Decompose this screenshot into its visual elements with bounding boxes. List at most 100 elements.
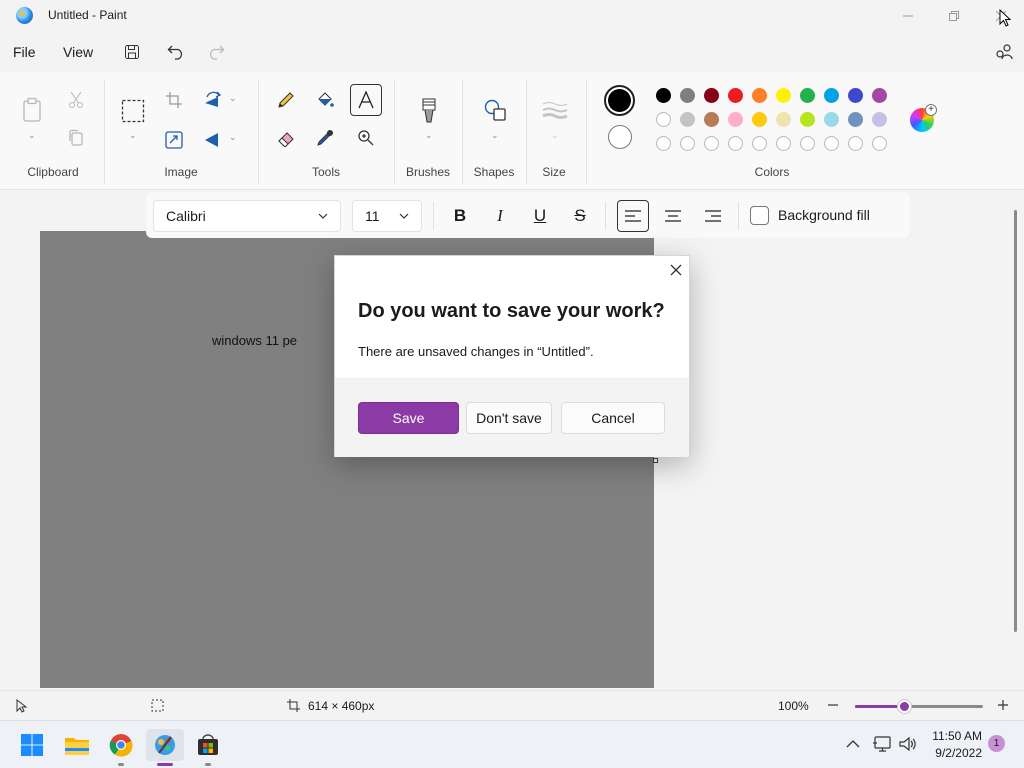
notification-badge[interactable]: 1 (988, 735, 1005, 752)
color-swatch[interactable] (728, 136, 743, 151)
color-swatch[interactable] (848, 88, 863, 103)
select-dropdown-icon[interactable]: ⌄ (129, 130, 137, 141)
canvas-size-text: 614 × 460px (308, 699, 375, 713)
canvas-resize-handle[interactable] (653, 458, 658, 463)
canvas-text[interactable]: windows 11 pe (212, 333, 297, 348)
store-taskbar-button[interactable] (192, 729, 224, 761)
eyedropper-icon (317, 130, 333, 146)
color-swatch[interactable] (752, 88, 767, 103)
resize-button[interactable] (164, 130, 184, 150)
align-right-button[interactable] (697, 200, 729, 232)
rotate-button[interactable] (203, 90, 223, 110)
secondary-color-button[interactable] (608, 125, 632, 149)
paint-taskbar-button[interactable] (146, 729, 184, 761)
color-swatch[interactable] (824, 136, 839, 151)
color-swatch[interactable] (848, 112, 863, 127)
color-swatch[interactable] (656, 112, 671, 127)
crop-button[interactable] (164, 90, 184, 110)
color-swatch[interactable] (776, 88, 791, 103)
tray-overflow-button[interactable] (846, 737, 862, 753)
file-explorer-taskbar-button[interactable] (61, 729, 93, 761)
volume-button[interactable] (898, 735, 918, 753)
font-size-select[interactable]: 11 (352, 200, 422, 232)
color-swatch[interactable] (704, 112, 719, 127)
minimize-button[interactable] (885, 0, 931, 32)
file-menu[interactable]: File (13, 44, 36, 60)
color-picker-tool[interactable] (315, 128, 335, 148)
color-swatch[interactable] (872, 112, 887, 127)
cancel-button[interactable]: Cancel (561, 402, 665, 434)
dont-save-button[interactable]: Don't save (466, 402, 552, 434)
shapes-dropdown-icon[interactable]: ⌄ (491, 130, 499, 141)
color-swatch[interactable] (656, 88, 671, 103)
align-left-button[interactable] (617, 200, 649, 232)
flip-dropdown-icon[interactable]: ⌄ (229, 132, 237, 143)
zoom-slider-thumb[interactable] (897, 700, 911, 713)
strikethrough-button[interactable]: S (564, 200, 596, 232)
size-button[interactable] (542, 100, 568, 120)
brushes-button[interactable] (418, 98, 440, 124)
color-swatch[interactable] (872, 136, 887, 151)
copy-button[interactable] (66, 128, 86, 148)
view-menu[interactable]: View (63, 44, 93, 60)
color-swatch[interactable] (824, 88, 839, 103)
color-swatch[interactable] (776, 136, 791, 151)
save-button[interactable]: Save (358, 402, 459, 434)
select-button[interactable] (121, 99, 145, 123)
pencil-tool[interactable] (276, 90, 296, 110)
color-swatch[interactable] (752, 112, 767, 127)
network-button[interactable] (872, 735, 892, 753)
save-icon (125, 45, 139, 59)
size-dropdown-icon[interactable]: ⌄ (551, 130, 559, 141)
zoom-slider[interactable] (855, 700, 983, 713)
magnifier-tool[interactable] (356, 128, 376, 148)
color-swatch[interactable] (848, 136, 863, 151)
text-tool[interactable] (350, 84, 382, 116)
color-swatch[interactable] (800, 136, 815, 151)
chrome-taskbar-button[interactable] (105, 729, 137, 761)
background-fill-checkbox[interactable] (750, 206, 769, 225)
redo-button[interactable] (206, 42, 226, 62)
color-swatch[interactable] (776, 112, 791, 127)
color-swatch[interactable] (704, 88, 719, 103)
color-swatch[interactable] (752, 136, 767, 151)
color-swatch[interactable] (680, 136, 695, 151)
vertical-scrollbar[interactable] (1014, 210, 1017, 632)
start-button[interactable] (16, 729, 48, 761)
underline-button[interactable]: U (524, 200, 556, 232)
paste-button[interactable] (20, 96, 44, 124)
settings-button[interactable] (994, 42, 1014, 62)
cut-button[interactable] (66, 90, 86, 110)
dialog-close-button[interactable] (667, 261, 685, 279)
color-swatch[interactable] (824, 112, 839, 127)
color-swatch[interactable] (800, 88, 815, 103)
edit-colors-button[interactable]: + (910, 104, 937, 132)
font-family-select[interactable]: Calibri (153, 200, 341, 232)
shapes-button[interactable] (483, 98, 507, 122)
color-swatch[interactable] (728, 88, 743, 103)
save-quick-button[interactable] (122, 42, 142, 62)
color-swatch[interactable] (680, 88, 695, 103)
color-swatch[interactable] (680, 112, 695, 127)
clock-time[interactable]: 11:50 AM (920, 729, 982, 743)
flip-button[interactable] (203, 130, 223, 150)
paste-dropdown-icon[interactable]: ⌄ (28, 130, 36, 141)
zoom-out-button[interactable] (826, 698, 840, 712)
brushes-dropdown-icon[interactable]: ⌄ (425, 130, 433, 141)
clock-date[interactable]: 9/2/2022 (920, 746, 982, 760)
eraser-tool[interactable] (276, 128, 296, 148)
fill-tool[interactable] (315, 90, 335, 110)
align-center-button[interactable] (657, 200, 689, 232)
color-swatch[interactable] (656, 136, 671, 151)
bold-button[interactable]: B (444, 200, 476, 232)
rotate-dropdown-icon[interactable]: ⌄ (229, 93, 237, 104)
maximize-button[interactable] (931, 0, 977, 32)
undo-button[interactable] (166, 42, 186, 62)
zoom-in-button[interactable] (996, 698, 1010, 712)
color-swatch[interactable] (728, 112, 743, 127)
italic-button[interactable]: I (484, 200, 516, 232)
primary-color-button[interactable] (604, 85, 635, 116)
color-swatch[interactable] (872, 88, 887, 103)
color-swatch[interactable] (800, 112, 815, 127)
color-swatch[interactable] (704, 136, 719, 151)
